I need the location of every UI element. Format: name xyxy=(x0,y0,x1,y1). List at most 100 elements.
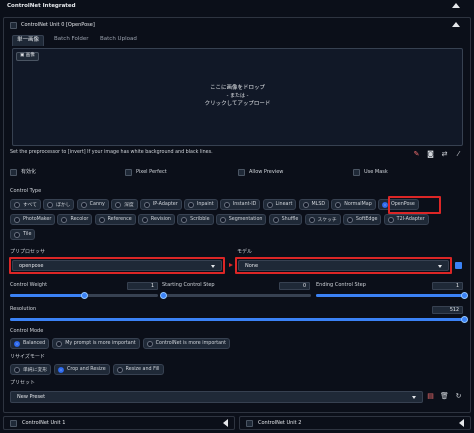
control-type-photomaker[interactable]: PhotoMaker xyxy=(10,214,56,225)
control-type-label: SoftEdge xyxy=(355,217,378,222)
ending-step-slider[interactable] xyxy=(460,292,468,299)
camera-icon[interactable]: ◙ xyxy=(426,150,435,159)
control-mode-my-prompt-is-more-important[interactable]: My prompt is more important xyxy=(52,338,140,349)
preset-select[interactable]: New Preset xyxy=(10,391,423,403)
enable-checkbox[interactable] xyxy=(10,169,17,176)
unit-2-checkbox[interactable] xyxy=(246,419,253,427)
ending-step-track[interactable] xyxy=(316,294,464,297)
radio-icon xyxy=(14,216,20,223)
control-type-label: Lineart xyxy=(275,202,293,207)
radio-icon xyxy=(56,340,63,347)
control-type-instant-id[interactable]: Instant-ID xyxy=(219,199,261,210)
control-type-canny[interactable]: Canny xyxy=(76,199,109,210)
model-value: None xyxy=(245,262,259,269)
control-type-label: Scribble xyxy=(190,217,210,222)
unit-enable-checkbox[interactable] xyxy=(10,22,17,29)
tab-batch-upload[interactable]: Batch Upload xyxy=(96,35,141,45)
radio-icon xyxy=(187,201,194,208)
radio-icon xyxy=(266,201,273,208)
control-mode-label: ControlNet is more important xyxy=(155,341,226,346)
control-type-tile[interactable]: Tile xyxy=(10,229,36,240)
resolution-fill xyxy=(10,318,464,321)
brush-icon[interactable]: ⁄ xyxy=(454,150,463,159)
control-type-label: MLSD xyxy=(311,202,326,207)
control-type-segmentation[interactable]: Segmentation xyxy=(215,214,267,225)
control-type-label: Inpaint xyxy=(196,202,214,207)
control-type-lineart[interactable]: Lineart xyxy=(262,199,297,210)
ending-step-input[interactable]: 1 xyxy=(432,282,463,290)
control-weight-label: Control Weight xyxy=(10,282,48,288)
control-type-normalmap[interactable]: NormalMap xyxy=(331,199,376,210)
control-type-recolor[interactable]: Recolor xyxy=(57,214,93,225)
save-icon[interactable]: ▤ xyxy=(426,392,435,401)
control-type-label: スケッチ xyxy=(317,218,337,223)
control-weight-slider[interactable] xyxy=(80,292,88,299)
section-title[interactable]: ControlNet Integrated xyxy=(7,3,76,10)
model-select[interactable]: None xyxy=(238,260,449,271)
resolution-input[interactable]: 512 xyxy=(432,306,463,314)
resolution-track[interactable] xyxy=(10,318,464,321)
control-type-label: Recolor xyxy=(70,217,89,222)
control-type-t2i-adapter[interactable]: T2I-Adapter xyxy=(383,214,429,225)
reload-icon[interactable]: ↻ xyxy=(454,392,463,401)
control-type-opt-0[interactable]: すべて xyxy=(10,199,41,210)
radio-icon xyxy=(335,201,342,208)
unit-1-checkbox[interactable] xyxy=(10,419,17,427)
starting-step-input[interactable]: 0 xyxy=(279,282,310,290)
use-mask-checkbox[interactable] xyxy=(353,169,360,176)
controlnet-unit-1-bar[interactable]: ControlNet Unit 1 xyxy=(3,416,235,430)
preprocessor-select[interactable]: openpose xyxy=(12,260,222,271)
control-type-opt-3[interactable]: 深度 xyxy=(111,199,138,210)
controlnet-unit-2-bar[interactable]: ControlNet Unit 2 xyxy=(239,416,471,430)
control-type-label: Segmentation xyxy=(228,217,263,222)
control-type-softedge[interactable]: SoftEdge xyxy=(342,214,382,225)
control-type-opt-7[interactable]: スケッチ xyxy=(304,214,341,225)
control-type-label: Tile xyxy=(23,232,32,237)
swap-icon[interactable]: ⇄ xyxy=(440,150,449,159)
arrow-right-icon xyxy=(229,263,233,267)
edit-icon[interactable]: ✎ xyxy=(412,150,421,159)
trash-icon[interactable]: 🗑 xyxy=(440,392,449,401)
allow-preview-checkbox[interactable] xyxy=(238,169,245,176)
control-type-inpaint[interactable]: Inpaint xyxy=(183,199,218,210)
resize-mode-resize-and-fill[interactable]: Resize and Fill xyxy=(112,364,164,375)
expand-left-icon[interactable] xyxy=(459,419,464,427)
control-type-revision[interactable]: Revision xyxy=(137,214,175,225)
unit-2-title: ControlNet Unit 2 xyxy=(258,419,302,426)
control-type-opt-1[interactable]: ぼかし xyxy=(43,199,75,210)
expand-left-icon[interactable] xyxy=(223,419,228,427)
control-type-ip-adapter[interactable]: IP-Adapter xyxy=(139,199,182,210)
preset-label: プリセット xyxy=(10,380,36,386)
refresh-icon[interactable] xyxy=(455,262,462,269)
radio-icon xyxy=(219,216,226,223)
collapse-up-icon[interactable] xyxy=(452,3,460,8)
control-mode-controlnet-is-more-important[interactable]: ControlNet is more important xyxy=(142,338,230,349)
resize-mode-opt-0[interactable]: 単純に変形 xyxy=(10,364,51,375)
control-type-label: すべて xyxy=(23,203,37,208)
dropzone-text-3: クリックしてアップロード xyxy=(204,101,271,107)
control-mode-balanced[interactable]: Balanced xyxy=(10,338,50,349)
control-type-reference[interactable]: Reference xyxy=(94,214,136,225)
allow-preview-label: Allow Preview xyxy=(249,169,284,175)
control-type-label: Reference xyxy=(107,217,132,222)
starting-step-slider[interactable] xyxy=(159,292,167,299)
control-type-label: Revision xyxy=(150,217,171,222)
radio-icon xyxy=(146,340,153,347)
tab-batch-folder[interactable]: Batch Folder xyxy=(50,35,93,45)
pixel-perfect-checkbox[interactable] xyxy=(125,169,132,176)
unit-collapse-icon[interactable] xyxy=(452,22,460,27)
radio-icon xyxy=(80,201,87,208)
resize-mode-label: 単純に変形 xyxy=(23,368,47,373)
unit-title[interactable]: ControlNet Unit 0 [OpenPose] xyxy=(21,23,95,28)
resolution-slider[interactable] xyxy=(460,316,468,323)
starting-step-track[interactable] xyxy=(163,294,311,297)
radio-icon xyxy=(272,216,279,223)
resize-mode-crop-and-resize[interactable]: Crop and Resize xyxy=(54,364,110,375)
image-badge: ▣ 画像 xyxy=(16,52,39,61)
control-type-scribble[interactable]: Scribble xyxy=(177,214,214,225)
control-type-shuffle[interactable]: Shuffle xyxy=(268,214,303,225)
control-weight-input[interactable]: 1 xyxy=(127,282,158,290)
resize-mode-label: Resize and Fill xyxy=(125,367,160,372)
control-type-mlsd[interactable]: MLSD xyxy=(298,199,330,210)
tab-single-image[interactable]: 単一画像 xyxy=(12,35,45,46)
